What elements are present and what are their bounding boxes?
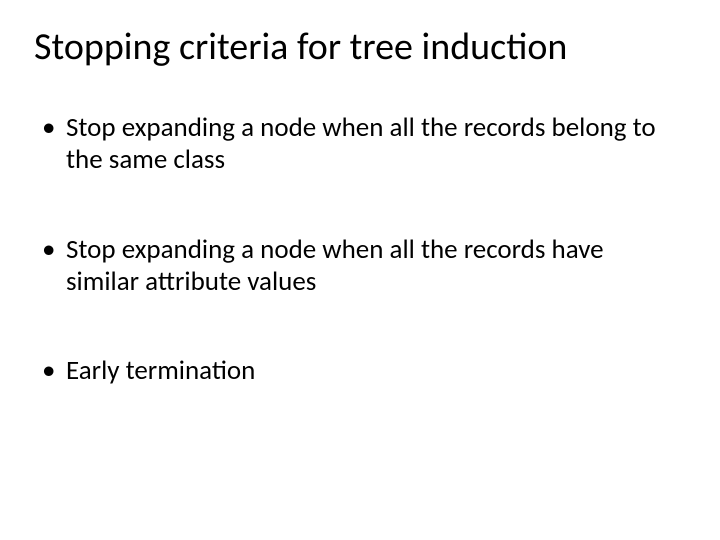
bullet-list: Stop expanding a node when all the recor… bbox=[34, 112, 686, 387]
bullet-item: Stop expanding a node when all the recor… bbox=[42, 112, 682, 176]
slide-title: Stopping criteria for tree induction bbox=[34, 24, 686, 70]
bullet-item: Stop expanding a node when all the recor… bbox=[42, 234, 682, 298]
bullet-item: Early termination bbox=[42, 355, 682, 387]
